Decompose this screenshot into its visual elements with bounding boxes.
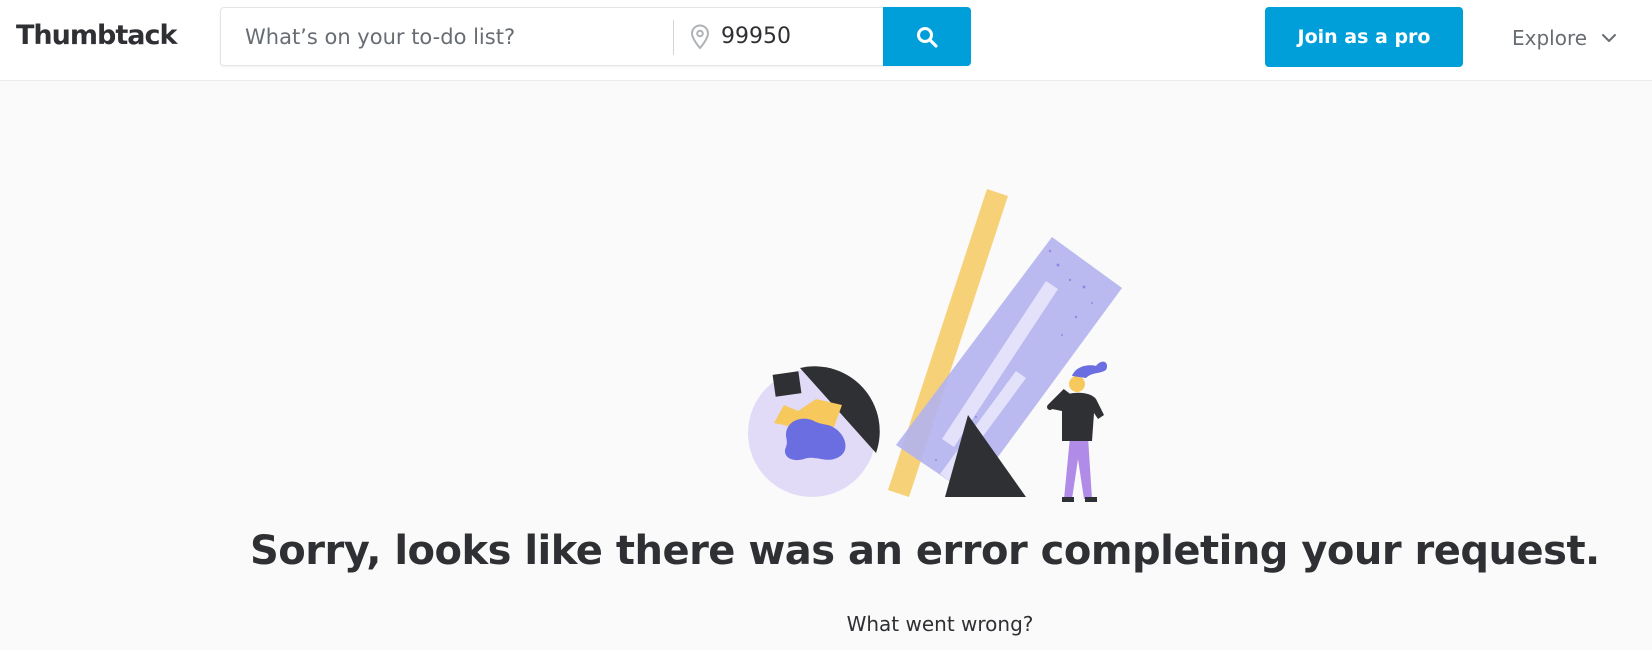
zip-code-input[interactable] xyxy=(717,10,895,63)
search-button[interactable] xyxy=(883,7,971,66)
error-title: Sorry, looks like there was an error com… xyxy=(250,528,1600,574)
illustration-person xyxy=(1047,361,1108,502)
illustration-dark-block xyxy=(772,371,802,397)
explore-label: Explore xyxy=(1512,26,1588,50)
top-navigation-bar: Thumbtack Join as a pro Explore xyxy=(0,0,1652,81)
thumbtack-logo[interactable]: Thumbtack xyxy=(16,19,177,53)
search-icon xyxy=(917,27,938,48)
error-subtitle: What went wrong? xyxy=(846,612,1034,636)
explore-menu[interactable]: Explore xyxy=(1512,24,1617,52)
join-as-pro-button[interactable]: Join as a pro xyxy=(1265,7,1463,67)
chevron-down-icon xyxy=(1602,34,1617,42)
search-bar xyxy=(220,7,971,66)
location-pin-icon xyxy=(690,24,710,50)
error-illustration xyxy=(748,189,1122,502)
search-input[interactable] xyxy=(223,10,667,63)
search-divider xyxy=(673,20,674,55)
